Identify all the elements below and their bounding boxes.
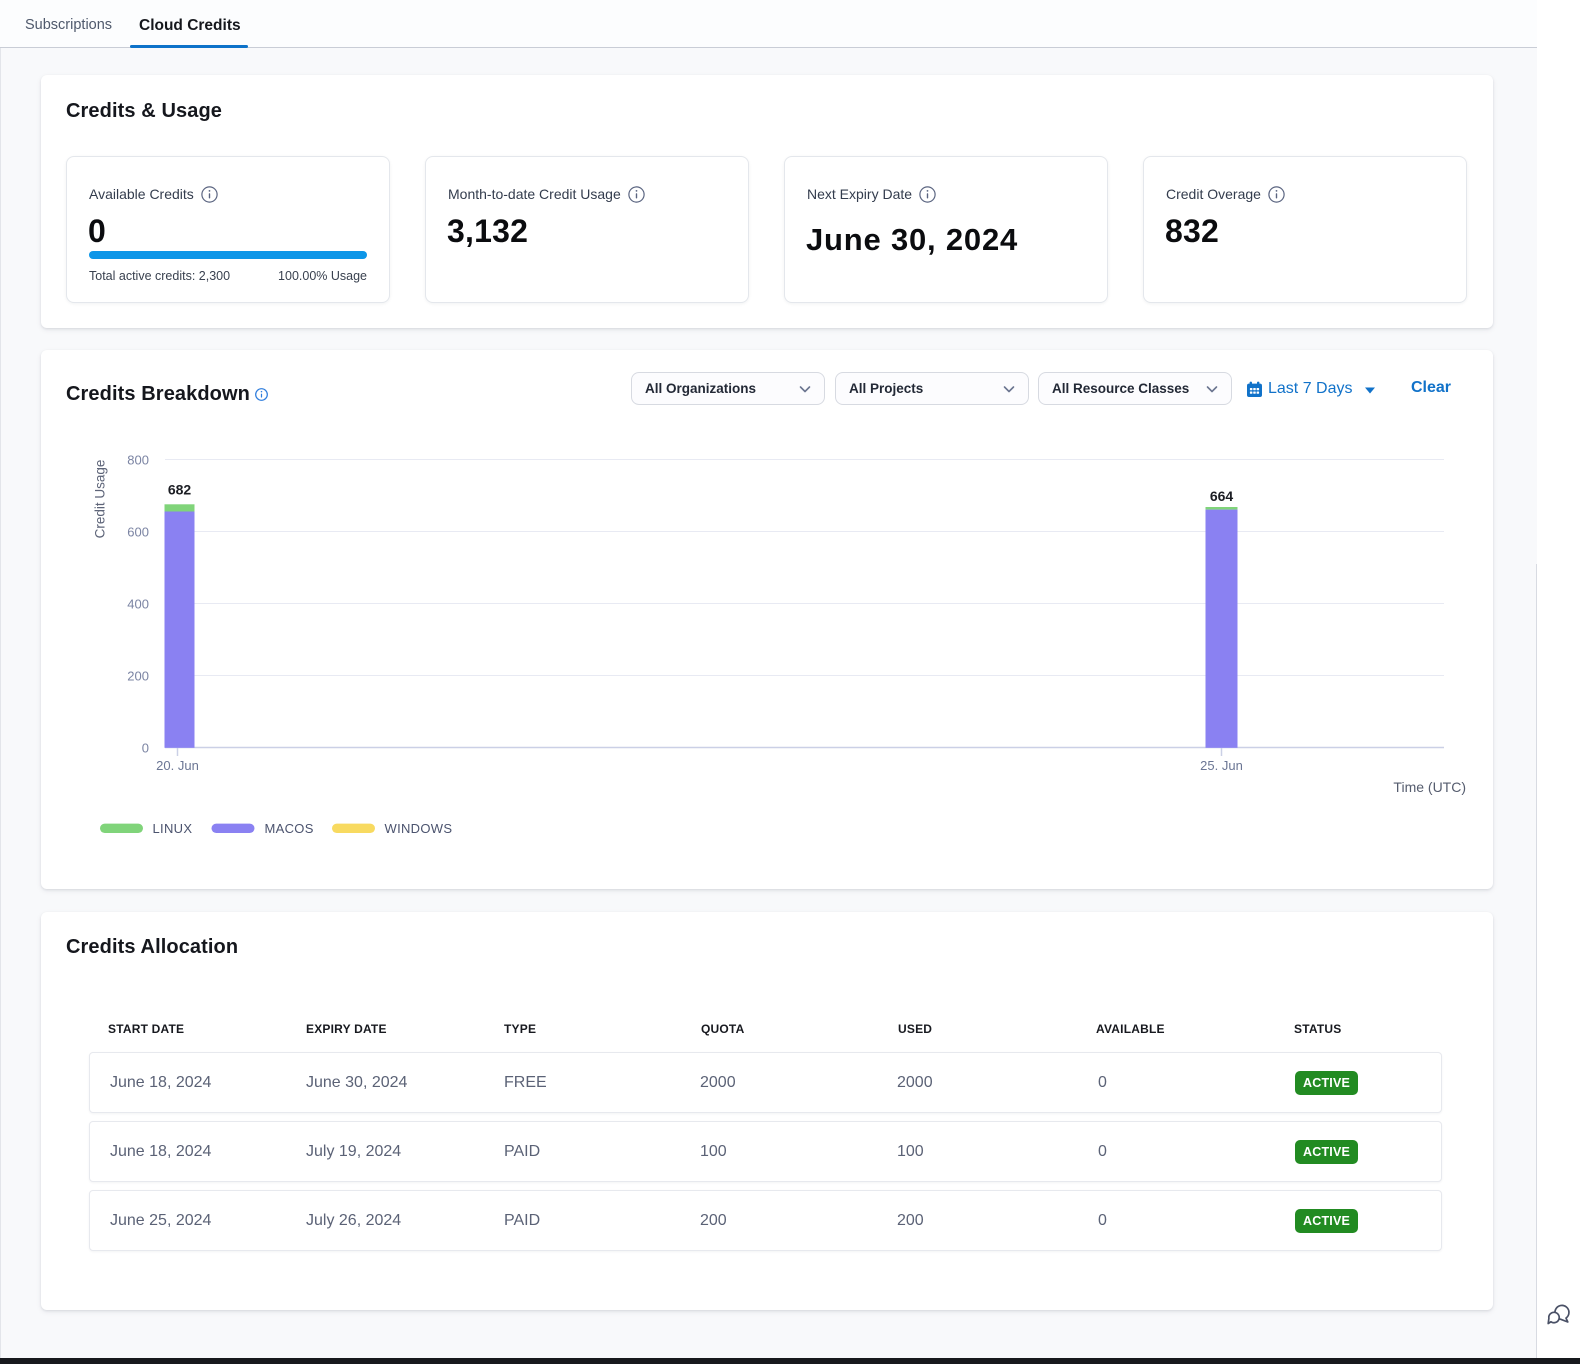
svg-text:Credit Usage: Credit Usage — [93, 460, 108, 539]
svg-text:WINDOWS: WINDOWS — [385, 821, 453, 836]
svg-text:0: 0 — [142, 741, 149, 756]
svg-text:400: 400 — [127, 597, 149, 612]
svg-text:20. Jun: 20. Jun — [156, 758, 199, 773]
svg-text:MACOS: MACOS — [265, 821, 314, 836]
svg-text:200: 200 — [127, 669, 149, 684]
svg-text:25. Jun: 25. Jun — [1200, 758, 1243, 773]
svg-text:Time (UTC): Time (UTC) — [1393, 779, 1466, 795]
svg-text:800: 800 — [127, 453, 149, 468]
svg-text:600: 600 — [127, 525, 149, 540]
svg-text:682: 682 — [168, 482, 192, 498]
svg-text:LINUX: LINUX — [153, 821, 193, 836]
svg-text:664: 664 — [1210, 488, 1234, 504]
